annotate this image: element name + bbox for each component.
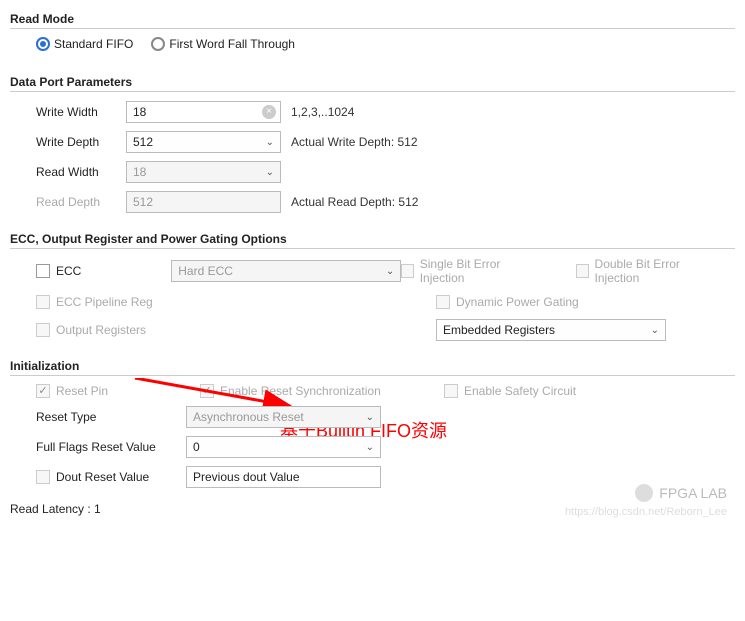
radio-standard-fifo[interactable]: Standard FIFO bbox=[36, 37, 133, 51]
write-depth-label: Write Depth bbox=[36, 135, 126, 149]
write-depth-select[interactable]: 512 ⌄ bbox=[126, 131, 281, 153]
full-flags-label: Full Flags Reset Value bbox=[36, 440, 186, 454]
data-port-title: Data Port Parameters bbox=[10, 71, 735, 92]
read-width-label: Read Width bbox=[36, 165, 126, 179]
output-regs-checkbox: Output Registers bbox=[36, 323, 146, 337]
full-flags-select[interactable]: 0 ⌄ bbox=[186, 436, 381, 458]
checkbox-icon bbox=[36, 295, 50, 309]
read-width-select[interactable]: 18 ⌄ bbox=[126, 161, 281, 183]
read-mode-section: Read Mode Standard FIFO First Word Fall … bbox=[10, 8, 735, 51]
ecc-title: ECC, Output Register and Power Gating Op… bbox=[10, 228, 735, 249]
read-depth-hint: Actual Read Depth: 512 bbox=[291, 195, 418, 209]
reset-pin-label: Reset Pin bbox=[56, 384, 108, 398]
dout-reset-label: Dout Reset Value bbox=[56, 470, 149, 484]
enable-sync-checkbox: Enable Reset Synchronization bbox=[200, 384, 420, 398]
checkbox-icon bbox=[576, 264, 588, 278]
dyn-power-label: Dynamic Power Gating bbox=[456, 295, 579, 309]
ecc-pipeline-checkbox: ECC Pipeline Reg bbox=[36, 295, 153, 309]
ecc-label: ECC bbox=[56, 264, 81, 278]
checkbox-icon bbox=[444, 384, 458, 398]
double-bit-label: Double Bit Error Injection bbox=[595, 257, 711, 285]
read-depth-label: Read Depth bbox=[36, 195, 126, 209]
write-width-label: Write Width bbox=[36, 105, 126, 119]
radio-icon bbox=[36, 37, 50, 51]
radio-first-word-fall-through[interactable]: First Word Fall Through bbox=[151, 37, 295, 51]
double-bit-checkbox: Double Bit Error Injection bbox=[576, 257, 711, 285]
dyn-power-checkbox: Dynamic Power Gating bbox=[436, 295, 579, 309]
radio-icon bbox=[151, 37, 165, 51]
initialization-title: Initialization bbox=[10, 355, 735, 376]
checkbox-icon bbox=[436, 295, 450, 309]
read-depth-input: 512 bbox=[126, 191, 281, 213]
initialization-section: Initialization Reset Pin Enable Reset Sy… bbox=[10, 355, 735, 488]
chevron-down-icon: ⌄ bbox=[366, 442, 374, 453]
enable-sync-label: Enable Reset Synchronization bbox=[220, 384, 381, 398]
write-depth-hint: Actual Write Depth: 512 bbox=[291, 135, 418, 149]
checkbox-icon bbox=[36, 470, 50, 484]
ecc-section: ECC, Output Register and Power Gating Op… bbox=[10, 228, 735, 341]
embedded-regs-select[interactable]: Embedded Registers ⌄ bbox=[436, 319, 666, 341]
logo-icon bbox=[635, 484, 653, 502]
single-bit-checkbox: Single Bit Error Injection bbox=[401, 257, 532, 285]
write-width-hint: 1,2,3,..1024 bbox=[291, 105, 354, 119]
checkbox-icon bbox=[36, 384, 50, 398]
ecc-type-select: Hard ECC ⌄ bbox=[171, 260, 401, 282]
write-width-input[interactable]: 18 × bbox=[126, 101, 281, 123]
data-port-section: Data Port Parameters Write Width 18 × 1,… bbox=[10, 71, 735, 214]
radio-fwft-label: First Word Fall Through bbox=[169, 37, 295, 51]
reset-type-select: Asynchronous Reset ⌄ bbox=[186, 406, 381, 428]
chevron-down-icon: ⌄ bbox=[386, 266, 394, 277]
read-mode-title: Read Mode bbox=[10, 8, 735, 29]
watermark-url: https://blog.csdn.net/Reborn_Lee bbox=[565, 506, 727, 518]
clear-icon[interactable]: × bbox=[262, 105, 276, 119]
enable-safety-checkbox: Enable Safety Circuit bbox=[444, 384, 576, 398]
checkbox-icon bbox=[36, 323, 50, 337]
reset-type-label: Reset Type bbox=[36, 410, 186, 424]
ecc-checkbox[interactable]: ECC bbox=[36, 264, 81, 278]
checkbox-icon bbox=[401, 264, 413, 278]
checkbox-icon bbox=[36, 264, 50, 278]
chevron-down-icon: ⌄ bbox=[651, 325, 659, 336]
chevron-down-icon: ⌄ bbox=[366, 412, 374, 423]
output-regs-label: Output Registers bbox=[56, 323, 146, 337]
dout-reset-input[interactable]: Previous dout Value bbox=[186, 466, 381, 488]
checkbox-icon bbox=[200, 384, 214, 398]
chevron-down-icon: ⌄ bbox=[266, 137, 274, 148]
reset-pin-checkbox: Reset Pin bbox=[36, 384, 176, 398]
chevron-down-icon: ⌄ bbox=[266, 167, 274, 178]
watermark-brand: FPGA LAB bbox=[635, 484, 727, 502]
single-bit-label: Single Bit Error Injection bbox=[420, 257, 532, 285]
enable-safety-label: Enable Safety Circuit bbox=[464, 384, 576, 398]
radio-standard-fifo-label: Standard FIFO bbox=[54, 37, 133, 51]
ecc-pipeline-label: ECC Pipeline Reg bbox=[56, 295, 153, 309]
